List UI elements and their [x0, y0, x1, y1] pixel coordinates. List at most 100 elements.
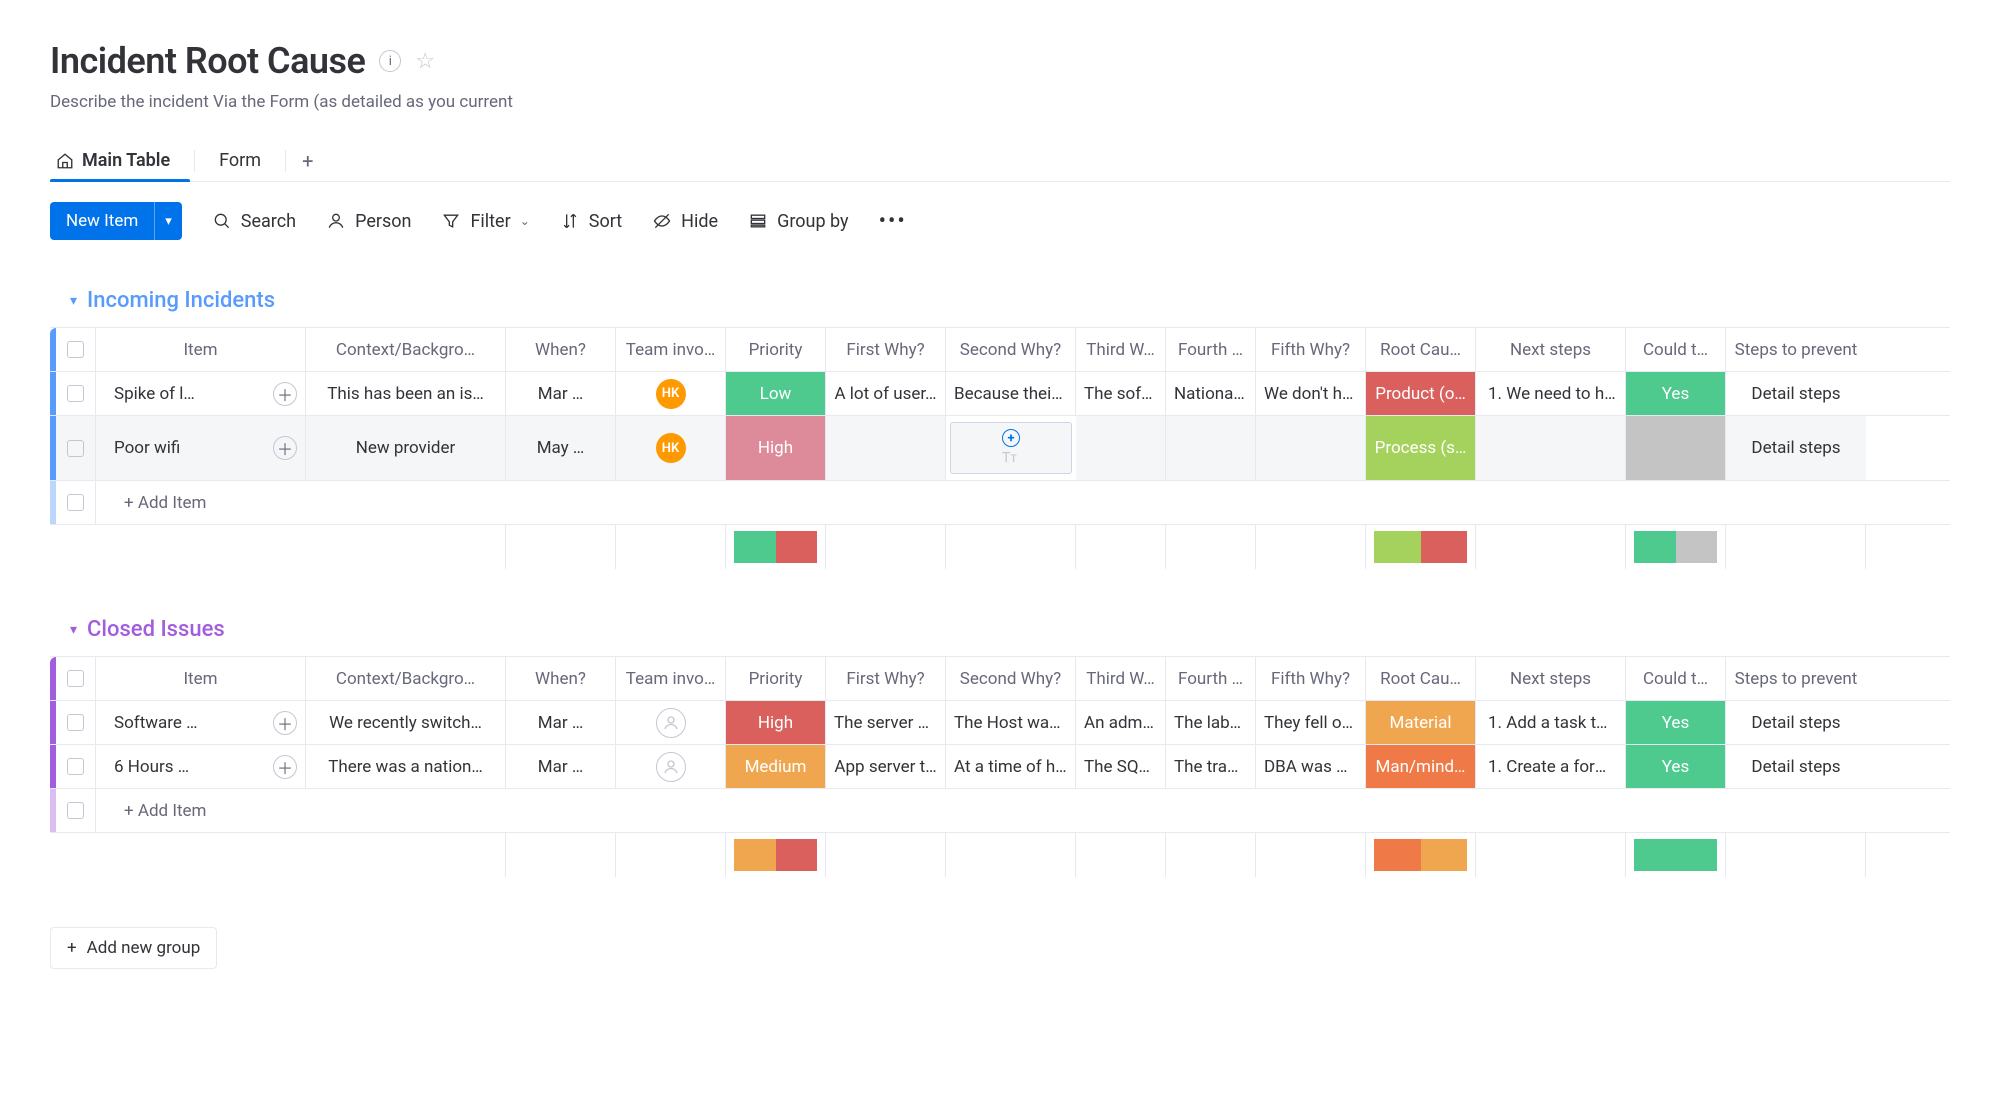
group-header[interactable]: ▾ Incoming Incidents	[50, 288, 1950, 313]
column-header[interactable]: Could t…	[1626, 328, 1726, 371]
cell-first-why[interactable]: A lot of user…	[826, 372, 946, 415]
cell-third-why[interactable]	[1076, 416, 1166, 480]
column-header[interactable]: Priority	[726, 328, 826, 371]
cell-root-cause[interactable]: Product (o…	[1366, 372, 1476, 415]
add-view-button[interactable]: +	[290, 141, 325, 181]
cell-steps-prevent[interactable]: Detail steps	[1726, 745, 1866, 788]
column-header[interactable]: When?	[506, 328, 616, 371]
sort-button[interactable]: Sort	[560, 211, 622, 232]
add-item-button[interactable]: + Add Item	[96, 481, 1866, 524]
cell-third-why[interactable]: The SQL s…	[1076, 745, 1166, 788]
cell-root-cause[interactable]: Process (s…	[1366, 416, 1476, 480]
add-item-button[interactable]: + Add Item	[96, 789, 1866, 832]
cell-when[interactable]: Mar …	[506, 745, 616, 788]
cell-fourth-why[interactable]	[1166, 416, 1256, 480]
column-header[interactable]: Context/Backgro…	[306, 328, 506, 371]
column-header[interactable]: Could t…	[1626, 657, 1726, 700]
groupby-button[interactable]: Group by	[748, 211, 848, 232]
avatar[interactable]: HK	[656, 433, 686, 463]
chevron-down-icon[interactable]: ▾	[70, 622, 77, 638]
cell-third-why[interactable]: An admini…	[1076, 701, 1166, 744]
row-checkbox[interactable]	[56, 416, 96, 480]
cell-priority[interactable]: Low	[726, 372, 826, 415]
add-group-button[interactable]: + Add new group	[50, 927, 217, 969]
open-updates-icon[interactable]: ＋	[273, 711, 297, 735]
column-header[interactable]: Third W…	[1076, 328, 1166, 371]
cell-fourth-why[interactable]: The labels…	[1166, 701, 1256, 744]
column-header[interactable]: Second Why?	[946, 328, 1076, 371]
open-updates-icon[interactable]: ＋	[273, 382, 297, 406]
cell-when[interactable]: Mar …	[506, 701, 616, 744]
column-header[interactable]: Root Cau…	[1366, 328, 1476, 371]
row-checkbox[interactable]	[56, 481, 96, 524]
column-header[interactable]: Team invo…	[616, 657, 726, 700]
cell-fifth-why[interactable]	[1256, 416, 1366, 480]
more-options-button[interactable]: •••	[879, 209, 907, 234]
cell-context[interactable]: This has been an is…	[306, 372, 506, 415]
cell-item[interactable]: Poor wifi ＋	[96, 416, 306, 480]
column-header[interactable]: First Why?	[826, 657, 946, 700]
column-header[interactable]: Context/Backgro…	[306, 657, 506, 700]
cell-team[interactable]: HK	[616, 372, 726, 415]
avatar-empty[interactable]	[656, 752, 686, 782]
cell-fifth-why[interactable]: DBA was o…	[1256, 745, 1366, 788]
column-header[interactable]: First Why?	[826, 328, 946, 371]
cell-next-steps[interactable]: 1. Create a form…	[1476, 745, 1626, 788]
tab-form[interactable]: Form	[199, 140, 281, 181]
avatar[interactable]: HK	[656, 379, 686, 409]
cell-fourth-why[interactable]: The trans…	[1166, 745, 1256, 788]
cell-second-why[interactable]: Because their p…	[946, 372, 1076, 415]
column-header[interactable]: Next steps	[1476, 328, 1626, 371]
cell-steps-prevent[interactable]: Detail steps	[1726, 701, 1866, 744]
cell-item[interactable]: 6 Hours … ＋	[96, 745, 306, 788]
open-updates-icon[interactable]: ＋	[273, 755, 297, 779]
cell-second-why[interactable]: +Tᴛ	[950, 422, 1072, 474]
column-header[interactable]: Fourth …	[1166, 657, 1256, 700]
cell-could-have[interactable]	[1626, 416, 1726, 480]
cell-first-why[interactable]	[826, 416, 946, 480]
column-header[interactable]: Item	[96, 328, 306, 371]
avatar-empty[interactable]	[656, 708, 686, 738]
cell-item[interactable]: Software … ＋	[96, 701, 306, 744]
cell-fifth-why[interactable]: We don't ha…	[1256, 372, 1366, 415]
cell-second-why[interactable]: At a time of hig…	[946, 745, 1076, 788]
row-checkbox[interactable]	[56, 372, 96, 415]
column-header[interactable]: Fourth …	[1166, 328, 1256, 371]
cell-steps-prevent[interactable]: Detail steps	[1726, 416, 1866, 480]
cell-team[interactable]: HK	[616, 416, 726, 480]
tab-main-table[interactable]: Main Table	[50, 140, 190, 181]
column-header[interactable]: Third W…	[1076, 657, 1166, 700]
cell-priority[interactable]: High	[726, 416, 826, 480]
cell-second-why[interactable]: The Host was r…	[946, 701, 1076, 744]
cell-item[interactable]: Spike of l… ＋	[96, 372, 306, 415]
cell-could-have[interactable]: Yes	[1626, 701, 1726, 744]
cell-context[interactable]: New provider	[306, 416, 506, 480]
row-checkbox[interactable]	[56, 789, 96, 832]
cell-fourth-why[interactable]: National …	[1166, 372, 1256, 415]
group-title[interactable]: Incoming Incidents	[87, 288, 275, 313]
cell-context[interactable]: There was a nation…	[306, 745, 506, 788]
cell-next-steps[interactable]: 1. Add a task to …	[1476, 701, 1626, 744]
cell-context[interactable]: We recently switch…	[306, 701, 506, 744]
column-header[interactable]: Team invo…	[616, 328, 726, 371]
select-all-checkbox[interactable]	[56, 328, 96, 371]
cell-team[interactable]	[616, 701, 726, 744]
cell-first-why[interactable]: The server d…	[826, 701, 946, 744]
chevron-down-icon[interactable]: ▾	[70, 293, 77, 309]
row-checkbox[interactable]	[56, 701, 96, 744]
cell-team[interactable]	[616, 745, 726, 788]
cell-root-cause[interactable]: Man/mind…	[1366, 745, 1476, 788]
cell-priority[interactable]: High	[726, 701, 826, 744]
cell-root-cause[interactable]: Material	[1366, 701, 1476, 744]
search-button[interactable]: Search	[212, 211, 296, 232]
group-title[interactable]: Closed Issues	[87, 617, 225, 642]
column-header[interactable]: Next steps	[1476, 657, 1626, 700]
cell-next-steps[interactable]	[1476, 416, 1626, 480]
cell-next-steps[interactable]: 1. We need to ha…	[1476, 372, 1626, 415]
cell-third-why[interactable]: The softw…	[1076, 372, 1166, 415]
cell-could-have[interactable]: Yes	[1626, 745, 1726, 788]
cell-when[interactable]: Mar …	[506, 372, 616, 415]
cell-priority[interactable]: Medium	[726, 745, 826, 788]
info-icon[interactable]: i	[379, 50, 401, 72]
cell-first-why[interactable]: App server t…	[826, 745, 946, 788]
